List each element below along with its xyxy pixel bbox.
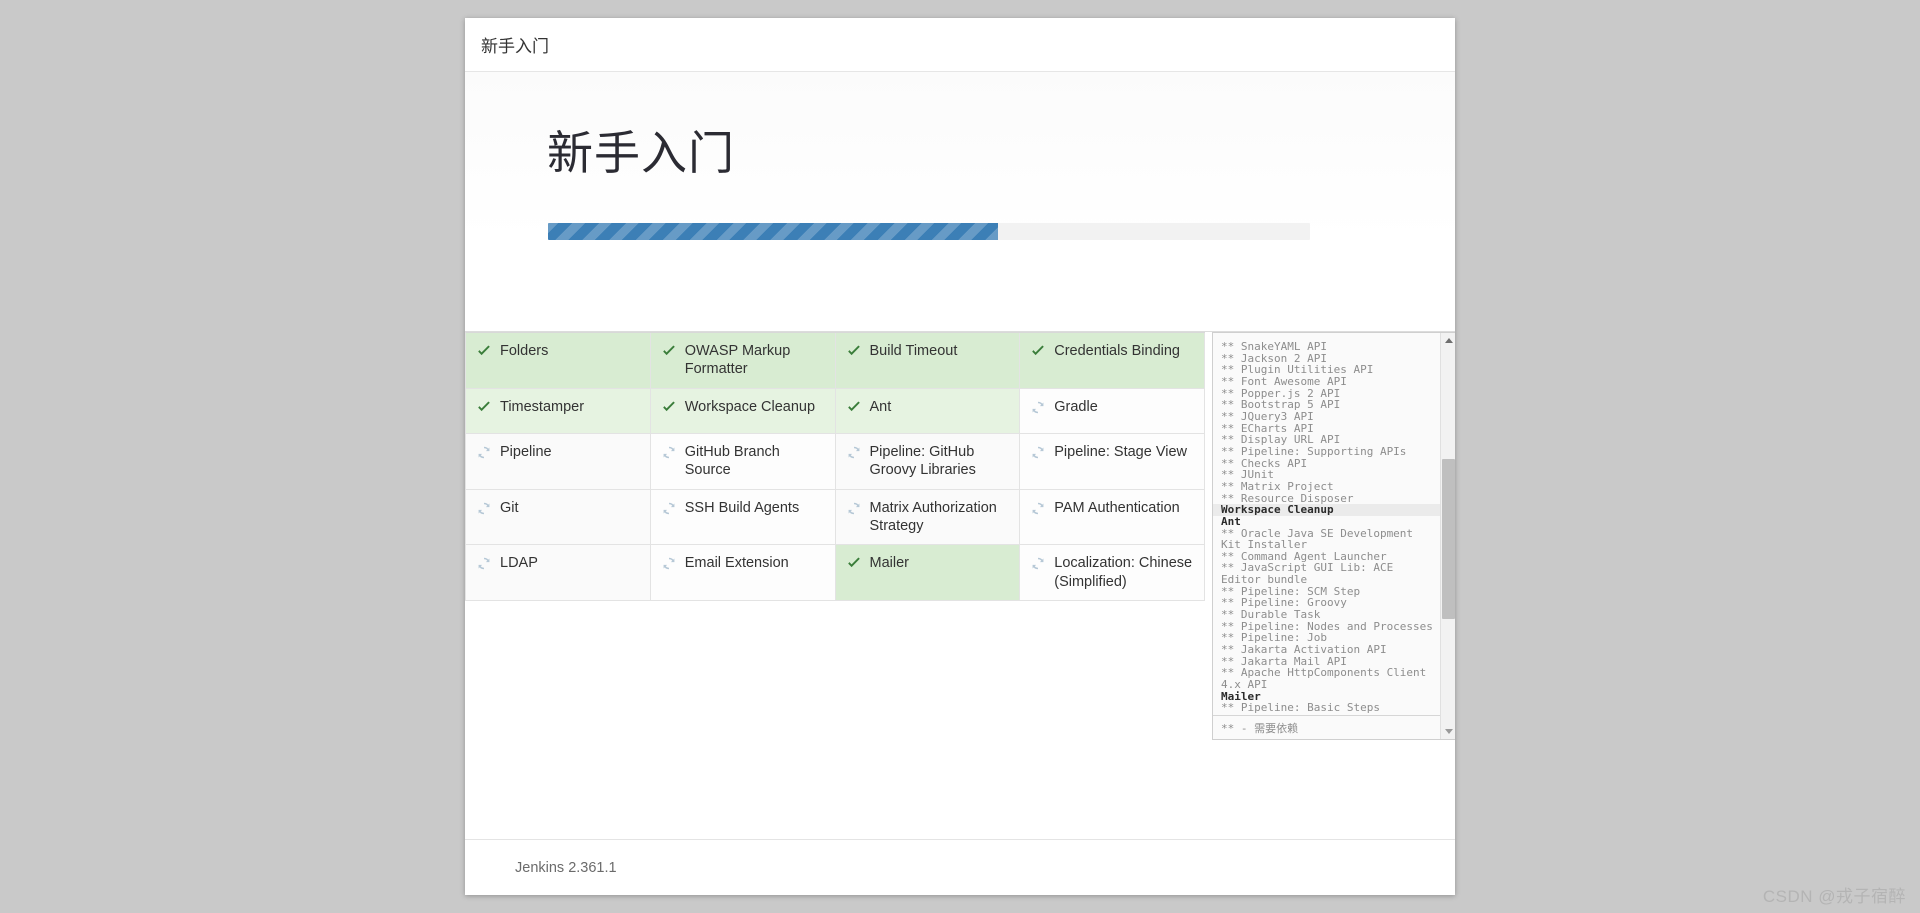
install-log-line: Gradle	[1221, 714, 1435, 715]
check-icon	[1032, 345, 1045, 356]
window-titlebar: 新手入门	[465, 18, 1455, 72]
plugin-cell: Gradle	[1020, 388, 1205, 434]
plugin-cell: Credentials Binding	[1020, 333, 1205, 389]
plugin-cell: Folders	[466, 333, 651, 389]
wizard-body: Folders OWASP Markup Formatter Build Timeo…	[465, 332, 1455, 839]
plugin-name-label: Pipeline	[500, 443, 552, 460]
install-progress-fill	[548, 223, 998, 240]
plugin-name-label: SSH Build Agents	[684, 499, 800, 516]
plugin-status-grid: Folders OWASP Markup Formatter Build Timeo…	[465, 332, 1205, 602]
plugin-cell: Ant	[835, 388, 1021, 434]
plugin-cell: Workspace Cleanup	[650, 388, 836, 434]
jenkins-version-label: Jenkins 2.361.1	[515, 859, 617, 876]
csdn-watermark: CSDN @戎子宿醉	[1762, 887, 1906, 906]
check-icon	[662, 401, 675, 411]
install-progress-bar	[548, 223, 1310, 240]
wizard-hero: 新手入门	[465, 72, 1455, 332]
plugin-cell: OWASP Markup Formatter	[650, 333, 836, 389]
plugin-name-label: Timestamper	[500, 398, 585, 415]
plugin-name-label: Gradle	[1054, 398, 1098, 415]
plugin-cell: Pipeline: Stage View	[1020, 433, 1205, 490]
plugin-name-label: Localization: Chinese (Simplified)	[1054, 555, 1193, 590]
check-icon	[662, 345, 675, 356]
plugin-name-label: LDAP	[500, 555, 538, 572]
refresh-spinner-icon	[663, 446, 675, 459]
install-log-line: Ant	[1221, 514, 1241, 528]
check-icon	[847, 345, 860, 356]
plugin-name-label: Ant	[869, 398, 892, 415]
plugin-cell: Build Timeout	[835, 333, 1021, 389]
refresh-spinner-icon	[663, 502, 675, 514]
plugin-name-label: Workspace Cleanup	[684, 398, 816, 415]
plugin-name-label: Pipeline: GitHub Groovy Libraries	[869, 443, 976, 479]
refresh-spinner-icon	[1032, 558, 1044, 570]
install-log-line: ** Matrix Project	[1221, 479, 1334, 493]
plugin-name-label: Git	[500, 499, 519, 516]
window-tab-title: 新手入门	[481, 37, 549, 56]
plugin-cell: Matrix Authorization Strategy	[835, 489, 1021, 546]
plugin-name-label: GitHub Branch Source	[684, 443, 780, 479]
plugin-cell: Email Extension	[650, 545, 836, 602]
install-log-line: ** Apache HttpComponents Client 4.x API	[1221, 666, 1427, 692]
plugin-cell: PAM Authentication	[1020, 489, 1205, 546]
check-icon	[478, 345, 490, 356]
dependency-legend-text: ** - 需要依赖	[1221, 721, 1299, 735]
triangle-down-icon[interactable]	[1441, 724, 1455, 739]
install-log-panel: ** SnakeYAML API ** Jackson 2 API ** Plugi…	[1212, 332, 1455, 740]
install-log-line: ** JQuery3 API	[1221, 409, 1314, 423]
plugin-name-label: Credentials Binding	[1054, 343, 1180, 359]
plugin-name-label: Mailer	[869, 555, 909, 572]
plugin-name-label: OWASP Markup Formatter	[684, 343, 791, 378]
page-root: 新手入门 新手入门 Folders OWASP Markup Formatter B…	[0, 0, 1920, 913]
plugin-cell: SSH Build Agents	[650, 489, 836, 546]
check-icon	[847, 401, 860, 411]
check-icon	[478, 401, 490, 411]
plugin-name-label: PAM Authentication	[1054, 499, 1180, 516]
refresh-spinner-icon	[848, 502, 859, 514]
plugin-cell: LDAP	[466, 545, 651, 602]
install-log-line: Workspace Cleanup	[1213, 504, 1455, 516]
plugin-name-label: Email Extension	[684, 555, 789, 572]
triangle-up-icon[interactable]	[1441, 333, 1455, 348]
install-log-list[interactable]: ** SnakeYAML API ** Jackson 2 API ** Plugi…	[1213, 333, 1455, 715]
log-scrollbar[interactable]	[1440, 333, 1455, 739]
install-log-line: ** Durable Task	[1221, 608, 1321, 622]
plugin-cell: Timestamper	[466, 388, 651, 434]
refresh-spinner-icon	[1032, 502, 1044, 514]
page-title: 新手入门	[547, 127, 735, 179]
install-log-line: ** Font Awesome API	[1221, 374, 1347, 388]
refresh-spinner-icon	[1032, 446, 1044, 459]
plugin-name-label: Folders	[500, 343, 549, 359]
plugin-cell: Localization: Chinese (Simplified)	[1020, 545, 1205, 602]
plugin-name-label: Build Timeout	[869, 343, 958, 359]
refresh-spinner-icon	[1032, 401, 1044, 414]
install-log-line: ** JavaScript GUI Lib: ACE Editor bundle	[1221, 561, 1394, 587]
refresh-spinner-icon	[663, 558, 675, 570]
card-footer: Jenkins 2.361.1	[465, 839, 1455, 895]
install-log-line: ** Jakarta Activation API	[1221, 643, 1387, 657]
install-log-line: ** SnakeYAML API	[1221, 340, 1327, 353]
check-icon	[847, 557, 860, 568]
plugin-cell: Git	[466, 489, 651, 546]
plugin-cell: Pipeline: GitHub Groovy Libraries	[835, 433, 1021, 490]
setup-wizard-card: 新手入门 新手入门 Folders OWASP Markup Formatter B…	[465, 18, 1455, 895]
refresh-spinner-icon	[848, 446, 859, 459]
log-footer-note: ** - 需要依赖	[1213, 715, 1455, 739]
install-log-line: ** Oracle Java SE Development Kit Instal…	[1221, 526, 1414, 552]
scrollbar-thumb[interactable]	[1442, 459, 1455, 619]
install-log-line: ** Pipeline: Supporting APIs	[1221, 444, 1407, 458]
refresh-spinner-icon	[478, 558, 490, 570]
refresh-spinner-icon	[478, 502, 490, 514]
plugin-grid-wrap: Folders OWASP Markup Formatter Build Timeo…	[465, 332, 1205, 602]
refresh-spinner-icon	[478, 446, 490, 459]
plugin-cell: Mailer	[835, 545, 1021, 602]
plugin-name-label: Pipeline: Stage View	[1054, 443, 1187, 460]
plugin-cell: Pipeline	[466, 433, 651, 490]
plugin-cell: GitHub Branch Source	[650, 433, 836, 490]
plugin-name-label: Matrix Authorization Strategy	[869, 499, 997, 535]
